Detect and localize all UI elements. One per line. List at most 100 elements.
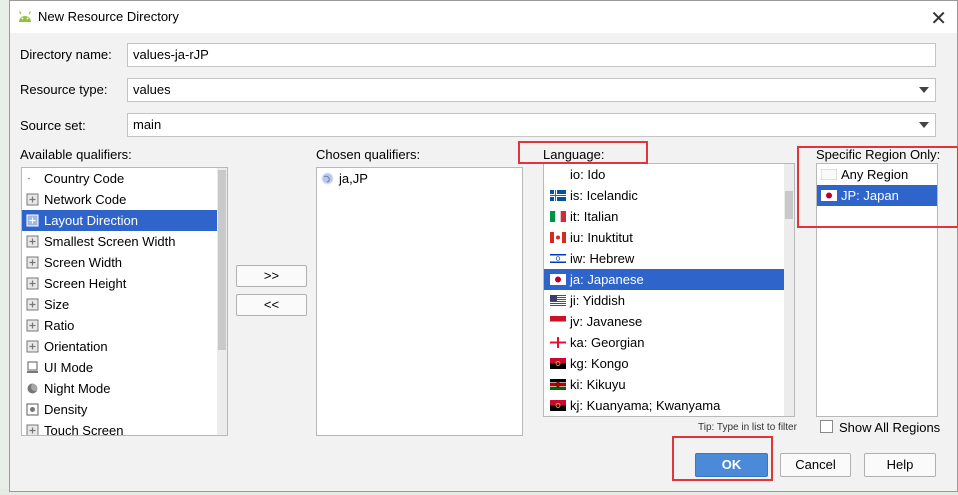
region-item[interactable]: JP: Japan <box>817 185 937 206</box>
chosen-qualifiers-list[interactable]: ja,JP <box>316 167 523 436</box>
directory-name-field[interactable]: values-ja-rJP <box>127 43 936 67</box>
available-qualifier-item[interactable]: Size <box>22 294 227 315</box>
available-qualifier-item-label: Orientation <box>44 339 108 354</box>
cancel-button[interactable]: Cancel <box>780 453 851 477</box>
source-set-label: Source set: <box>20 118 86 133</box>
touch-screen-icon <box>26 424 39 435</box>
available-qualifier-item-label: Screen Height <box>44 276 127 291</box>
japan-flag-icon <box>550 274 566 285</box>
language-item[interactable]: kj: Kuanyama; Kwanyama <box>544 395 794 416</box>
source-set-combo[interactable]: main <box>127 113 936 137</box>
language-item[interactable]: ki: Kikuyu <box>544 374 794 395</box>
language-item[interactable]: kg: Kongo <box>544 353 794 374</box>
language-item-label: kj: Kuanyama; Kwanyama <box>570 398 721 413</box>
language-item[interactable]: io: Ido <box>544 164 794 185</box>
available-qualifier-item[interactable]: Orientation <box>22 336 227 357</box>
language-item-label: jv: Javanese <box>570 314 643 329</box>
indonesia-flag-icon <box>550 316 566 327</box>
ok-button[interactable]: OK <box>695 453 768 477</box>
title-bar: New Resource Directory ✕ <box>10 1 957 33</box>
usa-flag-icon <box>550 295 566 306</box>
language-item[interactable]: iw: Hebrew <box>544 248 794 269</box>
available-qualifiers-label: Available qualifiers: <box>20 147 132 162</box>
language-list[interactable]: io: Ido is: Icelandic it: Italian iu: Inukt… <box>543 163 795 417</box>
directory-name-value: values-ja-rJP <box>133 47 209 62</box>
language-item-label: ji: Yiddish <box>570 293 625 308</box>
available-qualifier-item-label: Screen Width <box>44 255 123 270</box>
available-qualifier-item-label: Ratio <box>44 318 75 333</box>
available-qualifier-item[interactable]: Screen Height <box>22 273 227 294</box>
angola-flag-icon <box>550 358 566 369</box>
language-item-label: ki: Kikuyu <box>570 377 626 392</box>
israel-flag-icon <box>550 253 566 264</box>
canada-flag-icon <box>550 232 566 243</box>
dialog-title: New Resource Directory <box>38 9 179 24</box>
available-qualifier-item[interactable]: Smallest Screen Width <box>22 231 227 252</box>
iceland-flag-icon <box>550 190 566 201</box>
available-qualifier-item-label: Layout Direction <box>44 213 138 228</box>
ratio-icon <box>26 319 39 332</box>
italy-flag-icon <box>550 211 566 222</box>
remove-qualifier-button[interactable]: << <box>236 294 307 316</box>
language-item-label: ja: Japanese <box>570 272 644 287</box>
available-qualifier-item-label: Network Code <box>44 192 127 207</box>
blank-flag-icon <box>821 169 837 180</box>
network-code-icon <box>26 193 39 206</box>
language-item-label: iw: Hebrew <box>570 251 635 266</box>
language-scrollbar[interactable] <box>784 164 794 416</box>
available-qualifier-item[interactable]: Ratio <box>22 315 227 336</box>
available-qualifier-item-label: Touch Screen <box>44 423 124 436</box>
chevron-down-icon[interactable] <box>919 87 929 93</box>
directory-name-label: Directory name: <box>20 47 112 62</box>
available-qualifier-item-label: Density <box>44 402 88 417</box>
filter-tip: Tip: Type in list to filter <box>698 422 797 433</box>
language-label: Language: <box>543 147 605 162</box>
available-qualifier-item-label: Country Code <box>44 171 125 186</box>
density-icon <box>26 403 39 416</box>
available-qualifier-item[interactable]: Country Code <box>22 168 227 189</box>
language-item[interactable]: ka: Georgian <box>544 332 794 353</box>
chevron-down-icon[interactable] <box>919 122 929 128</box>
georgia-flag-icon <box>550 337 566 348</box>
available-qualifier-item[interactable]: Layout Direction <box>22 210 227 231</box>
language-item[interactable]: iu: Inuktitut <box>544 227 794 248</box>
show-all-regions-checkbox[interactable] <box>820 420 833 433</box>
available-qualifier-item[interactable]: Density <box>22 399 227 420</box>
language-scrollbar-thumb[interactable] <box>785 191 793 219</box>
language-item[interactable]: it: Italian <box>544 206 794 227</box>
show-all-regions-label[interactable]: Show All Regions <box>839 420 940 435</box>
japan-flag-icon <box>821 190 837 201</box>
region-item[interactable]: Any Region <box>817 164 937 185</box>
available-qualifier-item[interactable]: UI Mode <box>22 357 227 378</box>
language-item[interactable]: is: Icelandic <box>544 185 794 206</box>
language-item-label: it: Italian <box>570 209 619 224</box>
resource-type-value: values <box>133 82 171 97</box>
angola-flag-icon <box>550 400 566 411</box>
available-qualifier-item-label: UI Mode <box>44 360 94 375</box>
close-icon[interactable]: ✕ <box>930 6 947 30</box>
android-icon <box>18 11 32 22</box>
available-scrollbar-thumb[interactable] <box>218 170 226 350</box>
help-button[interactable]: Help <box>864 453 936 477</box>
available-qualifier-item[interactable]: Touch Screen <box>22 420 227 436</box>
available-scrollbar[interactable] <box>217 168 227 435</box>
chosen-qualifiers-label: Chosen qualifiers: <box>316 147 421 162</box>
region-list[interactable]: Any Region JP: Japan <box>816 163 938 417</box>
available-qualifier-item[interactable]: Network Code <box>22 189 227 210</box>
language-item[interactable]: ji: Yiddish <box>544 290 794 311</box>
smallest-width-icon <box>26 235 39 248</box>
chosen-qualifier-item-label: ja,JP <box>339 171 368 186</box>
language-item[interactable]: jv: Javanese <box>544 311 794 332</box>
ui-mode-icon <box>27 361 38 373</box>
resource-type-combo[interactable]: values <box>127 78 936 102</box>
available-qualifier-item[interactable]: Night Mode <box>22 378 227 399</box>
available-qualifier-item[interactable]: Screen Width <box>22 252 227 273</box>
language-item[interactable]: ja: Japanese <box>544 269 794 290</box>
add-qualifier-button[interactable]: >> <box>236 265 307 287</box>
dot-icon <box>28 177 30 180</box>
available-qualifier-item-label: Size <box>44 297 70 312</box>
region-item-label: JP: Japan <box>841 188 899 203</box>
chosen-qualifier-item[interactable]: ja,JP <box>317 168 522 189</box>
available-qualifier-item-label: Night Mode <box>44 381 111 396</box>
available-qualifiers-list[interactable]: Country Code Network Code Layout Direction… <box>21 167 228 436</box>
